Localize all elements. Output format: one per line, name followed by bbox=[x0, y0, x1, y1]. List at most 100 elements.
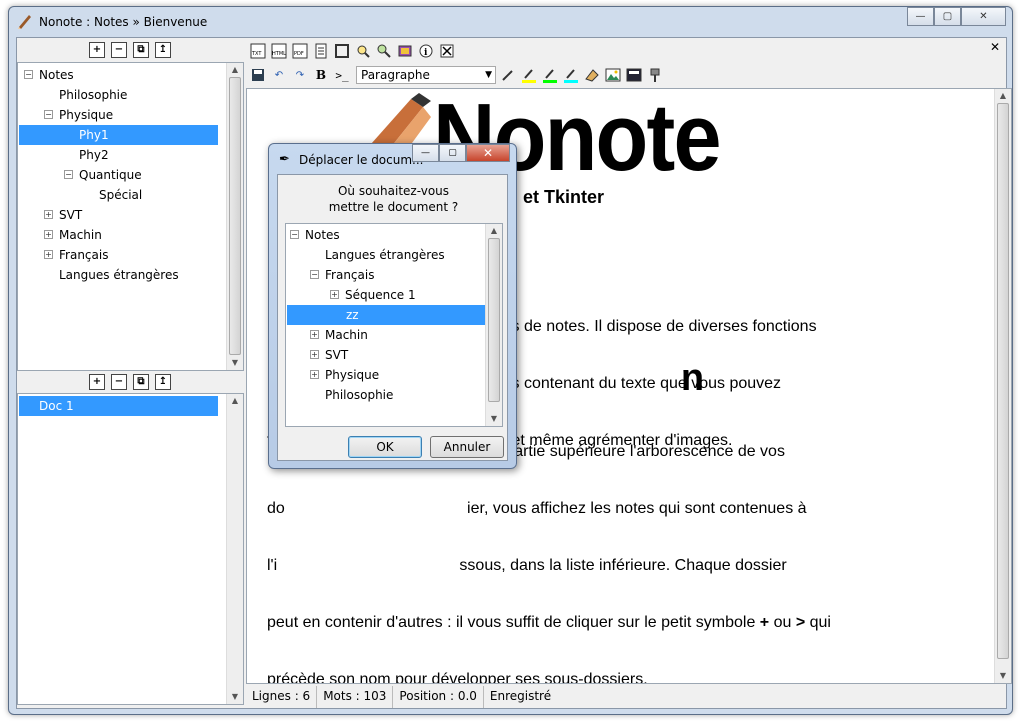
highlight-cyan-icon[interactable] bbox=[562, 66, 580, 84]
editor-scrollbar[interactable]: ▲ ▼ bbox=[994, 89, 1011, 683]
close-icon[interactable] bbox=[438, 42, 456, 60]
dialog-maximize-button[interactable]: ▢ bbox=[439, 144, 466, 162]
destination-node[interactable]: Langues étrangères bbox=[310, 245, 445, 265]
move-doc-icon[interactable]: ↥ bbox=[155, 374, 171, 390]
p2-line: peut en contenir d'autres : il vous suff… bbox=[267, 613, 831, 632]
destination-node[interactable]: Philosophie bbox=[310, 385, 393, 405]
search-icon[interactable] bbox=[354, 42, 372, 60]
maximize-button[interactable]: ▢ bbox=[934, 7, 961, 26]
destination-node[interactable]: − Français bbox=[310, 265, 374, 285]
destination-node-label: Langues étrangères bbox=[325, 248, 445, 262]
move-document-dialog: ✒ Déplacer le docum... — ▢ ✕ Où souhaite… bbox=[268, 143, 517, 469]
title-bar[interactable]: Nonote : Notes » Bienvenue — ▢ ✕ bbox=[9, 7, 1012, 37]
tree-node[interactable]: Phy1 bbox=[19, 125, 218, 145]
move-folder-icon[interactable]: ↥ bbox=[155, 42, 171, 58]
leaf-spacer bbox=[44, 90, 53, 99]
doc-list-scrollbar[interactable]: ▲ ▼ bbox=[226, 394, 243, 704]
delete-folder-icon[interactable]: − bbox=[111, 42, 127, 58]
chevron-down-icon: ▼ bbox=[485, 70, 492, 80]
gt-symbol: > bbox=[795, 614, 806, 631]
tree-node[interactable]: Langues étrangères bbox=[44, 265, 179, 285]
info-icon[interactable]: i bbox=[417, 42, 435, 60]
tree-node-label: Machin bbox=[59, 228, 102, 242]
scroll-up-icon[interactable]: ▲ bbox=[486, 224, 502, 238]
export-txt-icon[interactable]: TXT bbox=[249, 42, 267, 60]
list-item[interactable]: Doc 1 bbox=[19, 396, 218, 416]
expand-icon[interactable]: + bbox=[44, 210, 53, 219]
tree-node[interactable]: − Quantique bbox=[64, 165, 142, 185]
dialog-minimize-button[interactable]: — bbox=[412, 144, 439, 162]
tree-node[interactable]: − Physique bbox=[44, 105, 113, 125]
minimize-button[interactable]: — bbox=[907, 7, 934, 26]
destination-node[interactable]: + Machin bbox=[310, 325, 368, 345]
destination-node[interactable]: − Notes bbox=[290, 225, 340, 245]
fullscreen-icon[interactable] bbox=[333, 42, 351, 60]
status-position: Position : 0.0 bbox=[393, 686, 484, 708]
collapse-icon[interactable]: − bbox=[44, 110, 53, 119]
close-tab-button[interactable]: ✕ bbox=[990, 40, 1000, 54]
pen-icon[interactable] bbox=[499, 66, 517, 84]
undo-icon[interactable]: ↶ bbox=[270, 66, 288, 84]
scroll-thumb[interactable] bbox=[229, 77, 241, 355]
table-icon[interactable] bbox=[625, 66, 643, 84]
tree-node-label: Phy1 bbox=[79, 128, 109, 142]
export-html-icon[interactable]: HTML bbox=[270, 42, 288, 60]
tree-node-label: SVT bbox=[59, 208, 83, 222]
destination-node[interactable]: + Physique bbox=[310, 365, 379, 385]
expand-icon[interactable]: + bbox=[310, 370, 319, 379]
new-folder-icon[interactable]: + bbox=[89, 42, 105, 58]
document-list[interactable]: Doc 1 ▲ ▼ bbox=[17, 393, 244, 705]
expand-icon[interactable]: + bbox=[330, 290, 339, 299]
expand-icon[interactable]: + bbox=[310, 330, 319, 339]
delete-doc-icon[interactable]: − bbox=[111, 374, 127, 390]
notes-icon[interactable] bbox=[312, 42, 330, 60]
highlight-green-icon[interactable] bbox=[541, 66, 559, 84]
bold-icon[interactable]: B bbox=[312, 66, 330, 84]
folder-tree[interactable]: − Notes Philosophie − Physique Phy1 Phy2− Quant… bbox=[17, 62, 244, 371]
new-doc-icon[interactable]: + bbox=[89, 374, 105, 390]
tree-node[interactable]: − Notes bbox=[24, 65, 74, 85]
expand-icon[interactable]: + bbox=[44, 250, 53, 259]
export-pdf-icon[interactable]: PDF bbox=[291, 42, 309, 60]
destination-tree[interactable]: − Notes Langues étrangères − Français + Séquen… bbox=[285, 223, 503, 427]
image-icon[interactable] bbox=[604, 66, 622, 84]
tree-node[interactable]: Philosophie bbox=[44, 85, 127, 105]
redo-icon[interactable]: ↷ bbox=[291, 66, 309, 84]
scroll-down-icon[interactable]: ▼ bbox=[227, 356, 243, 370]
paragraph-style-select[interactable]: Paragraphe ▼ bbox=[356, 66, 496, 84]
expand-icon[interactable]: + bbox=[310, 350, 319, 359]
collapse-icon[interactable]: − bbox=[290, 230, 299, 239]
destination-node-label: Physique bbox=[325, 368, 380, 382]
tree-node[interactable]: + Français bbox=[44, 245, 108, 265]
folder-tree-scrollbar[interactable]: ▲ ▼ bbox=[226, 63, 243, 370]
code-icon[interactable]: >_ bbox=[333, 66, 351, 84]
book-icon[interactable] bbox=[396, 42, 414, 60]
destination-tree-scrollbar[interactable]: ▲ ▼ bbox=[485, 224, 502, 426]
collapse-icon[interactable]: − bbox=[24, 70, 33, 79]
scroll-down-icon[interactable]: ▼ bbox=[486, 412, 502, 426]
destination-node[interactable]: zz bbox=[287, 305, 486, 325]
eraser-icon[interactable] bbox=[583, 66, 601, 84]
scroll-up-icon[interactable]: ▲ bbox=[227, 63, 243, 77]
expand-icon[interactable]: + bbox=[44, 230, 53, 239]
destination-node[interactable]: + SVT bbox=[310, 345, 348, 365]
destination-node[interactable]: + Séquence 1 bbox=[330, 285, 416, 305]
tree-node[interactable]: + Machin bbox=[44, 225, 102, 245]
dialog-close-button[interactable]: ✕ bbox=[466, 144, 510, 162]
cancel-button[interactable]: Annuler bbox=[430, 436, 504, 458]
copy-folder-icon[interactable]: ⧉ bbox=[133, 42, 149, 58]
paint-icon[interactable] bbox=[646, 66, 664, 84]
highlight-yellow-icon[interactable] bbox=[520, 66, 538, 84]
ok-button[interactable]: OK bbox=[348, 436, 422, 458]
replace-icon[interactable] bbox=[375, 42, 393, 60]
tree-node[interactable]: + SVT bbox=[44, 205, 82, 225]
p2-text: peut en contenir d'autres : il vous suff… bbox=[267, 614, 760, 631]
close-window-button[interactable]: ✕ bbox=[961, 7, 1006, 26]
scroll-thumb[interactable] bbox=[488, 238, 500, 402]
copy-doc-icon[interactable]: ⧉ bbox=[133, 374, 149, 390]
collapse-icon[interactable]: − bbox=[64, 170, 73, 179]
save-icon[interactable] bbox=[249, 66, 267, 84]
collapse-icon[interactable]: − bbox=[310, 270, 319, 279]
tree-node[interactable]: Spécial bbox=[84, 185, 142, 205]
tree-node[interactable]: Phy2 bbox=[64, 145, 109, 165]
